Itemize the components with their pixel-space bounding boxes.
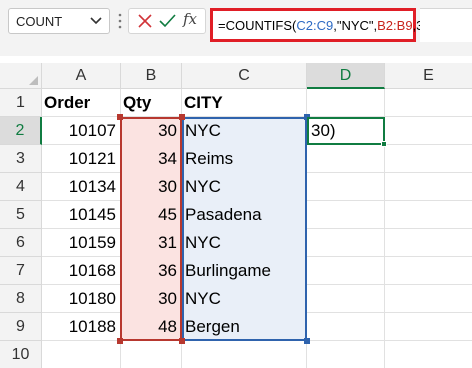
formula-input[interactable]: =COUNTIFS(C2:C9,"NYC",B2:B9,30): [210, 8, 437, 42]
row-header-1[interactable]: 1: [0, 89, 42, 117]
cell-c5[interactable]: Pasadena: [182, 201, 306, 229]
cell-b3[interactable]: 34: [121, 145, 181, 173]
row-header-10[interactable]: 10: [0, 341, 42, 368]
cell-c1[interactable]: CITY: [182, 89, 306, 117]
cell-b9[interactable]: 48: [121, 313, 181, 341]
formula-prefix: =COUNTIFS(: [218, 18, 297, 33]
fill-handle[interactable]: [381, 141, 387, 147]
cell-c6[interactable]: NYC: [182, 229, 306, 257]
row-header-9[interactable]: 9: [0, 313, 42, 341]
column-header-d[interactable]: D: [307, 63, 385, 89]
cell-b5[interactable]: 45: [121, 201, 181, 229]
formula-text: =COUNTIFS(C2:C9,"NYC",B2:B9,30): [218, 17, 437, 33]
active-cell-text: 30): [311, 121, 336, 140]
row-header-8[interactable]: 8: [0, 285, 42, 313]
formula-bar: COUNT fx =COUNTIFS(C2:C9,"NYC",B2:B9,30): [0, 0, 472, 56]
row-header-3[interactable]: 3: [0, 145, 42, 173]
cell-a2[interactable]: 10107: [42, 117, 120, 145]
cell-b4[interactable]: 30: [121, 173, 181, 201]
row-header-2[interactable]: 2: [0, 117, 42, 145]
drag-dots-icon[interactable]: [118, 11, 122, 31]
cell-c4[interactable]: NYC: [182, 173, 306, 201]
select-all-button[interactable]: [0, 63, 42, 89]
fx-icon[interactable]: fx: [183, 10, 197, 28]
enter-check-icon[interactable]: [159, 13, 176, 29]
row-header-6[interactable]: 6: [0, 229, 42, 257]
chevron-down-icon[interactable]: [89, 13, 103, 27]
cell-a5[interactable]: 10145: [42, 201, 120, 229]
formula-buttons: fx: [128, 8, 206, 34]
cell-area[interactable]: Order Qty CITY 10107 30 NYC 10121 34 Rei…: [42, 89, 472, 368]
name-box[interactable]: COUNT: [8, 8, 110, 34]
cell-c8[interactable]: NYC: [182, 285, 306, 313]
column-header-b[interactable]: B: [121, 63, 182, 89]
cell-c2[interactable]: NYC: [182, 117, 306, 145]
cancel-icon[interactable]: [137, 13, 153, 29]
cell-c3[interactable]: Reims: [182, 145, 306, 173]
cell-a6[interactable]: 10159: [42, 229, 120, 257]
cell-c7[interactable]: Burlingame: [182, 257, 306, 285]
cell-a4[interactable]: 10134: [42, 173, 120, 201]
row-header-4[interactable]: 4: [0, 173, 42, 201]
cell-b6[interactable]: 31: [121, 229, 181, 257]
formula-criteria: ,"NYC",: [333, 18, 378, 33]
cell-a9[interactable]: 10188: [42, 313, 120, 341]
cell-b8[interactable]: 30: [121, 285, 181, 313]
formula-input-extension[interactable]: [420, 8, 472, 42]
column-header-e[interactable]: E: [385, 63, 472, 89]
spreadsheet-grid: A B C D E 1 2 3 4 5 6 7 8 9 10 Order Qty…: [0, 63, 472, 368]
cell-a8[interactable]: 10180: [42, 285, 120, 313]
formula-ref-qty: B2:B9: [377, 18, 413, 33]
cell-c9[interactable]: Bergen: [182, 313, 306, 341]
cell-a3[interactable]: 10121: [42, 145, 120, 173]
name-box-value: COUNT: [16, 14, 63, 29]
row-header-7[interactable]: 7: [0, 257, 42, 285]
cell-b1[interactable]: Qty: [121, 89, 181, 117]
select-all-triangle-icon: [29, 76, 38, 85]
column-header-c[interactable]: C: [182, 63, 307, 89]
formula-ref-city: C2:C9: [296, 18, 334, 33]
cell-a1[interactable]: Order: [42, 89, 120, 117]
cell-b7[interactable]: 36: [121, 257, 181, 285]
cell-a7[interactable]: 10168: [42, 257, 120, 285]
cell-b2[interactable]: 30: [121, 117, 181, 145]
row-header-5[interactable]: 5: [0, 201, 42, 229]
column-header-a[interactable]: A: [42, 63, 121, 89]
